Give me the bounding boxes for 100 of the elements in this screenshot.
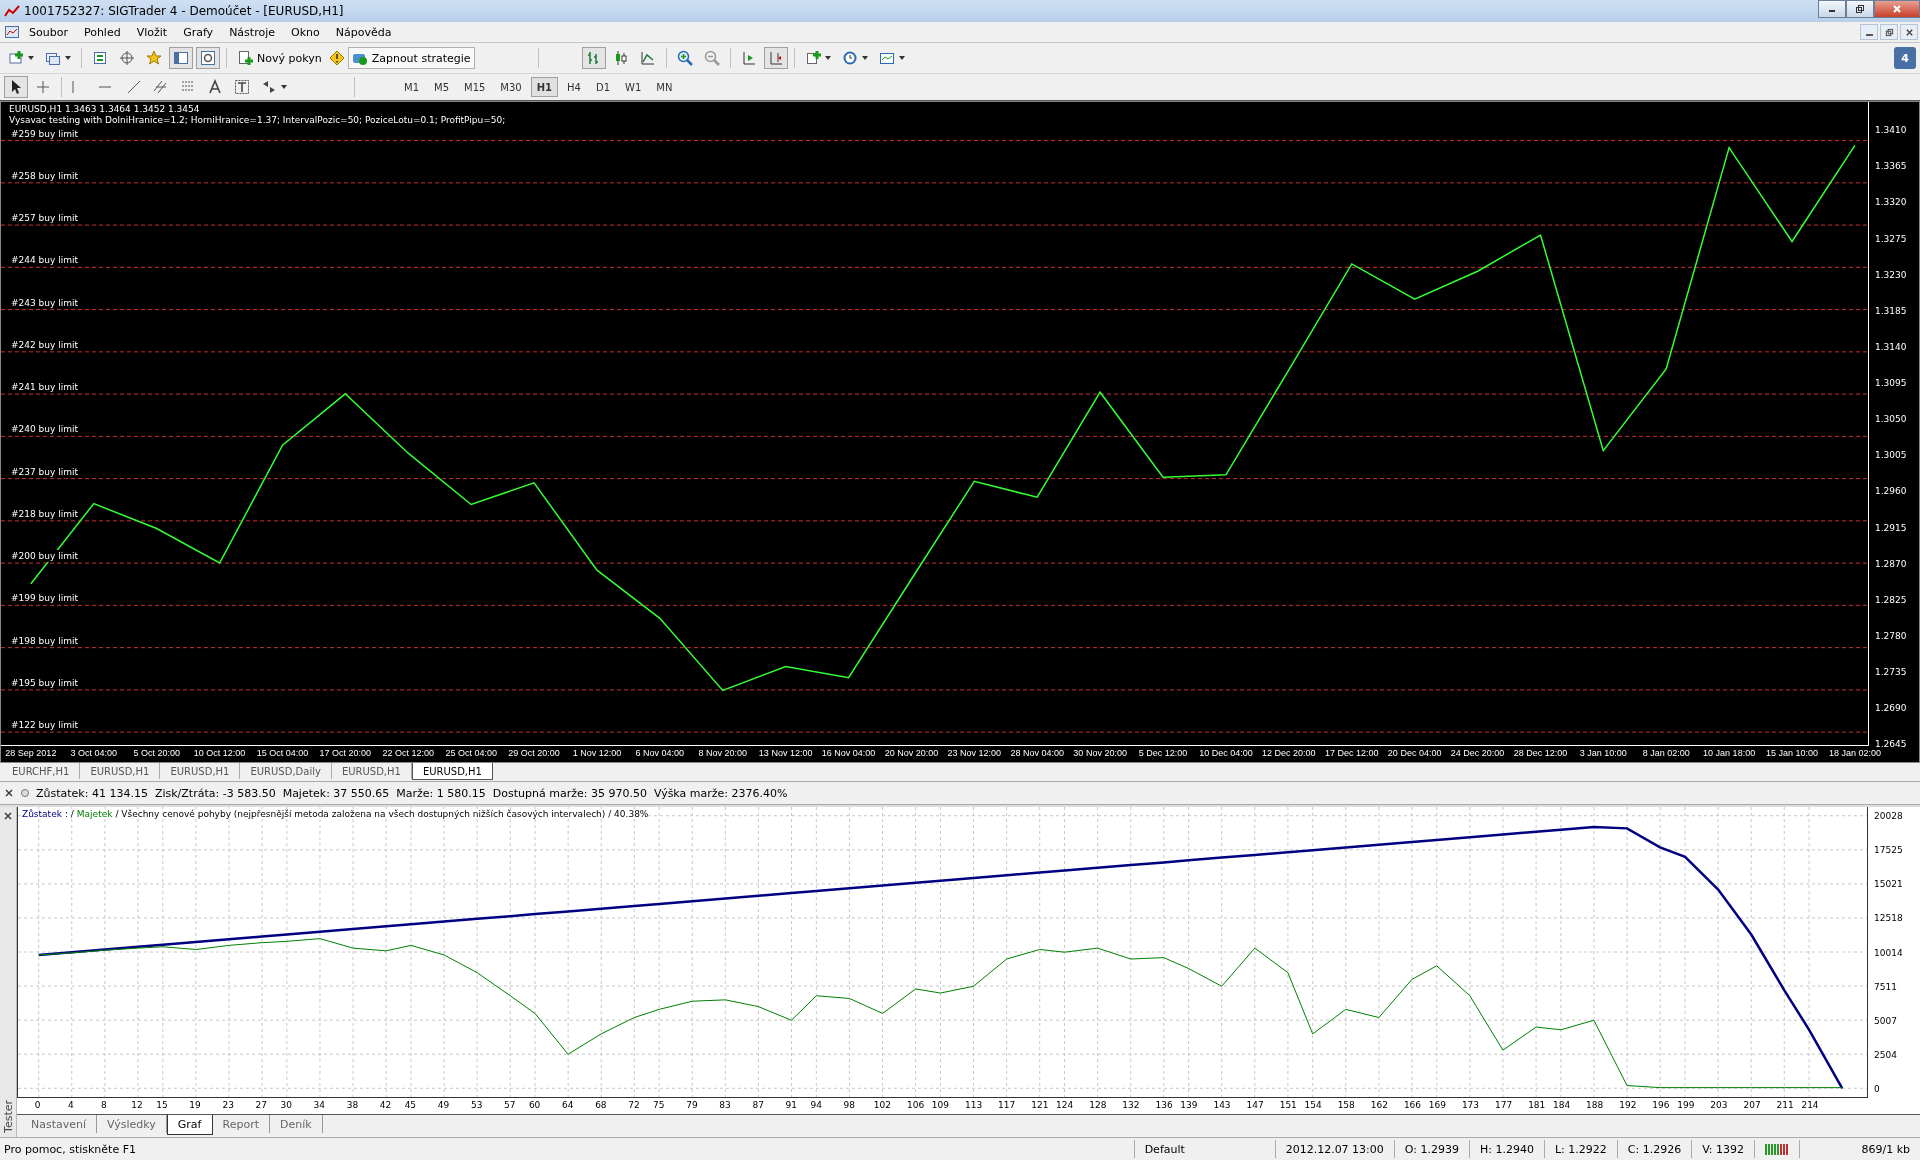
menu-item[interactable]: Vložit	[129, 25, 175, 39]
close-icon	[1892, 4, 1902, 14]
close-icon	[1904, 27, 1914, 37]
x-axis-label: 154	[1304, 1100, 1322, 1110]
price-label: 1.3050	[1875, 414, 1907, 425]
time-label: 3 Jan 10:00	[1579, 748, 1627, 758]
order-label: #218 buy limit	[9, 507, 80, 520]
price-label: 1.2780	[1875, 631, 1907, 641]
new-order-button[interactable]: Nový pokyn	[233, 47, 326, 69]
order-label: #257 buy limit	[9, 212, 80, 225]
text-frame-icon	[234, 79, 250, 95]
close-price: C: 1.2926	[1616, 1140, 1692, 1158]
x-axis-label: 8	[101, 1100, 107, 1110]
timeframe-button[interactable]: W1	[619, 77, 648, 97]
tester-button[interactable]	[196, 47, 220, 69]
time-label: 10 Jan 18:00	[1703, 748, 1756, 758]
horizontal-line-icon	[99, 86, 111, 88]
menu-item[interactable]: Grafy	[176, 25, 221, 39]
chart-tab[interactable]: EURUSD,H1	[411, 763, 493, 780]
x-axis-label: 173	[1461, 1100, 1480, 1110]
timeframe-button[interactable]: M30	[494, 77, 528, 97]
x-axis-label: 30	[280, 1100, 292, 1110]
order-label: #199 buy limit	[9, 592, 80, 605]
minimize-icon	[1865, 34, 1873, 36]
time-label: 3 Oct 04:00	[70, 748, 118, 758]
legend-text: / Všechny cenové pohyby (nejpřesnější metoda založena na všech dostupných nižších časových intervalech) / 40.38%	[115, 809, 649, 819]
x-axis-label: 15	[156, 1100, 168, 1110]
x-axis-label: 113	[964, 1100, 983, 1110]
panel-icon	[173, 50, 189, 66]
timeframe-button[interactable]: MN	[650, 77, 679, 97]
close-icon[interactable]	[4, 788, 14, 798]
tester-tab[interactable]: Výsledky	[97, 1115, 167, 1133]
chart-tab[interactable]: EURUSD,H1	[80, 763, 161, 779]
time-label: 5 Oct 20:00	[133, 748, 180, 758]
restore-button[interactable]	[1880, 24, 1898, 40]
price-label: 1.2870	[1875, 558, 1907, 569]
menu-item[interactable]: Okno	[284, 25, 327, 39]
x-axis-label: 136	[1155, 1100, 1173, 1110]
tester-tab[interactable]: Report	[212, 1115, 270, 1133]
auto-scroll-button[interactable]	[763, 47, 788, 69]
x-axis-label: 83	[719, 1100, 731, 1110]
x-axis-label: 184	[1552, 1100, 1571, 1110]
traffic: 869/1 kb	[1799, 1140, 1920, 1158]
app-chart-icon	[4, 3, 20, 19]
x-axis-label: 121	[1031, 1100, 1049, 1110]
close-icon[interactable]	[3, 811, 13, 821]
time-label: 8 Nov 20:00	[698, 748, 747, 758]
chart-tab[interactable]: EURUSD,H1	[331, 763, 412, 779]
bar-chart-button[interactable]	[581, 47, 606, 69]
menu-item[interactable]: Nápověda	[328, 25, 399, 39]
order-label: #122 buy limit	[9, 719, 80, 732]
document-plus-icon	[804, 50, 821, 66]
warning-icon[interactable]	[328, 50, 345, 66]
timeframe-button[interactable]: M5	[428, 77, 455, 97]
tester-label: Tester	[1, 1100, 15, 1133]
timeframe-button[interactable]: M15	[458, 77, 492, 97]
chart-window-icon	[878, 50, 895, 66]
order-label: #243 buy limit	[9, 296, 80, 309]
chart-window-icon[interactable]	[4, 24, 20, 40]
order-label: #241 buy limit	[9, 381, 80, 394]
time-label: 1 Nov 12:00	[572, 748, 622, 758]
tester-tab[interactable]: Graf	[166, 1115, 213, 1135]
chart-tab[interactable]: EURCHF,H1	[2, 763, 81, 779]
price-label: 1.2645	[1875, 739, 1907, 750]
time-label: 22 Oct 12:00	[382, 748, 434, 758]
order-label: #258 buy limit	[9, 169, 80, 182]
notifications-button[interactable]: 4	[1894, 47, 1916, 69]
arrows-icon	[261, 79, 277, 95]
strategy-button[interactable]: Zapnout strategie	[347, 47, 475, 69]
menu-item[interactable]: Nástroje	[222, 25, 282, 39]
timeframe-button[interactable]: D1	[589, 77, 616, 97]
price-label: 1.3185	[1875, 305, 1907, 316]
tester-tab[interactable]: Nastavení	[21, 1115, 98, 1133]
dot-icon	[20, 788, 30, 798]
timeframe-button[interactable]: H4	[561, 77, 587, 97]
menu-item[interactable]: Pohled	[76, 25, 128, 39]
chart-tab[interactable]: EURUSD,Daily	[240, 763, 332, 779]
minimize-button[interactable]	[1818, 0, 1846, 18]
menu-item[interactable]: Soubor	[22, 25, 75, 39]
caret-icon	[28, 56, 34, 60]
y-axis-label: 10014	[1874, 947, 1903, 958]
connection-bars-icon	[1765, 1143, 1789, 1155]
timeframe-button[interactable]: M1	[398, 77, 425, 97]
x-axis-label: 214	[1801, 1100, 1819, 1110]
time-label: 12 Dec 20:00	[1262, 748, 1316, 758]
tester-tab[interactable]: Deník	[269, 1115, 323, 1133]
restore-button[interactable]	[1846, 0, 1874, 18]
y-axis-label: 15021	[1874, 879, 1903, 890]
x-axis-label: 91	[785, 1100, 798, 1110]
close-button[interactable]	[1900, 24, 1918, 40]
cursor-button[interactable]	[4, 76, 28, 98]
zoom-in-icon	[676, 50, 693, 66]
close-button[interactable]	[1874, 0, 1920, 18]
timeframe-button[interactable]: H1	[530, 77, 559, 97]
y-axis-label: 12518	[1874, 913, 1903, 924]
minimize-button[interactable]	[1860, 24, 1878, 40]
x-axis-label: 94	[810, 1100, 822, 1110]
terminal-button[interactable]	[169, 47, 193, 69]
chart-tab[interactable]: EURUSD,H1	[160, 763, 241, 779]
x-axis-label: 64	[562, 1100, 574, 1110]
